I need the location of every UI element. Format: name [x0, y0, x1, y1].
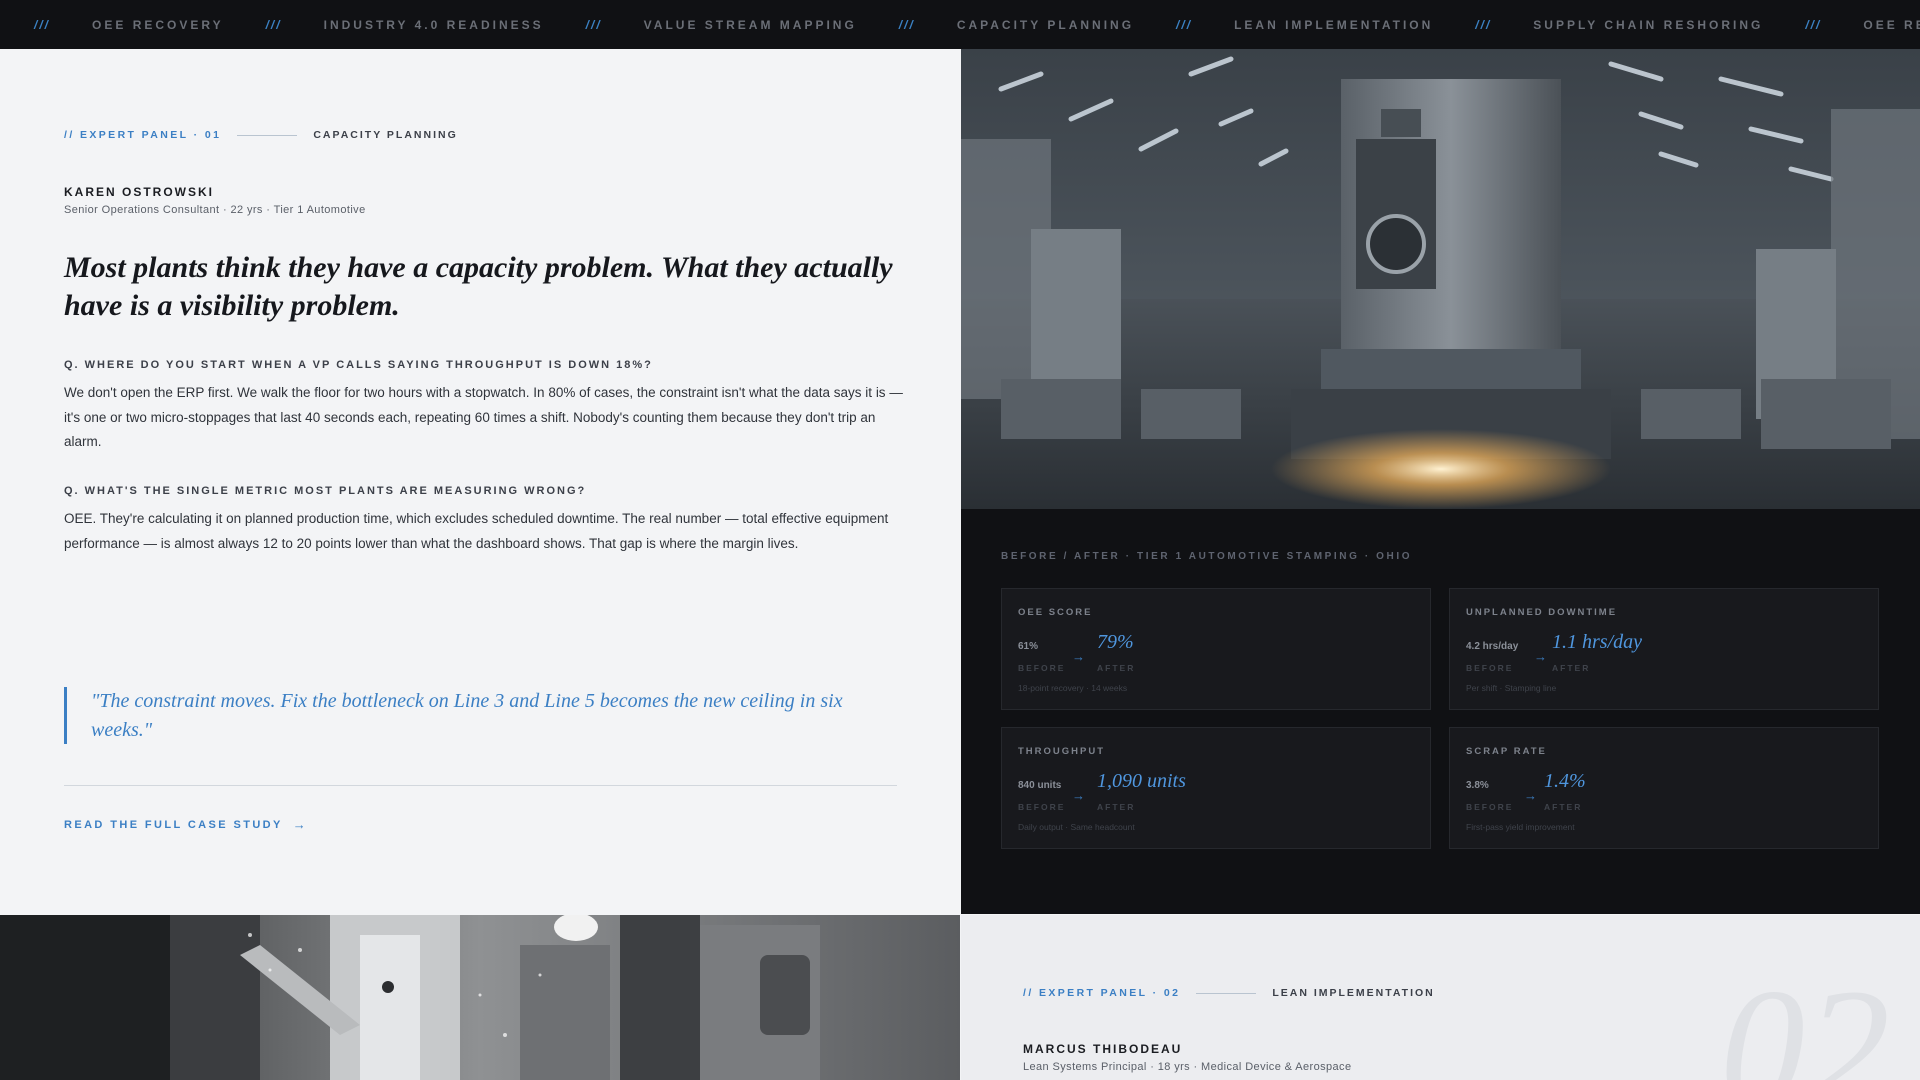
- metric-before-label: BEFORE: [1466, 802, 1514, 812]
- metric-before-label: BEFORE: [1466, 663, 1514, 673]
- metric-after-label: AFTER: [1544, 802, 1583, 812]
- expert-name: MARCUS THIBODEAU: [1023, 1042, 1183, 1056]
- ticker-item[interactable]: SUPPLY CHAIN RESHORING: [1533, 18, 1763, 32]
- ticker-separator: ///: [898, 17, 915, 32]
- metric-note: 18-point recovery · 14 weeks: [1018, 683, 1128, 693]
- ticker-separator: ///: [585, 17, 602, 32]
- arrow-right-icon: →: [1524, 788, 1537, 803]
- panel-code: // EXPERT PANEL · 02: [1023, 987, 1181, 999]
- metric-title: SCRAP RATE: [1466, 746, 1547, 757]
- ticker-separator: ///: [1475, 17, 1492, 32]
- metric-after-label: AFTER: [1097, 802, 1136, 812]
- expert-panel-02: 02 // EXPERT PANEL · 02 LEAN IMPLEMENTAT…: [961, 915, 1920, 1080]
- metric-after-value: 79%: [1097, 631, 1134, 653]
- expert-role: Lean Systems Principal · 18 yrs · Medica…: [1023, 1061, 1352, 1073]
- question-1: Q. WHERE DO YOU START WHEN A VP CALLS SA…: [64, 359, 653, 371]
- arrow-right-icon: →: [1072, 788, 1085, 803]
- before-after-metrics: BEFORE / AFTER · TIER 1 AUTOMOTIVE STAMP…: [961, 509, 1920, 914]
- expert-panel-01: // EXPERT PANEL · 01 CAPACITY PLANNING K…: [0, 49, 960, 915]
- question-2: Q. WHAT'S THE SINGLE METRIC MOST PLANTS …: [64, 485, 587, 497]
- label-divider: [1196, 992, 1257, 994]
- metric-before-value: 840 units: [1018, 780, 1062, 791]
- arrow-right-icon: →: [1534, 649, 1547, 664]
- cta-label: READ THE FULL CASE STUDY: [64, 818, 283, 831]
- metric-after-label: AFTER: [1552, 663, 1591, 673]
- ticker-separator: ///: [34, 17, 51, 32]
- topic-ticker: /// OEE RECOVERY /// INDUSTRY 4.0 READIN…: [0, 0, 1920, 49]
- metrics-caption: BEFORE / AFTER · TIER 1 AUTOMOTIVE STAMP…: [1001, 551, 1413, 562]
- headline: Most plants think they have a capacity p…: [64, 251, 893, 322]
- metric-before-value: 61%: [1018, 641, 1039, 652]
- arrow-right-icon: →: [1072, 649, 1085, 664]
- answer-2: OEE. They're calculating it on planned p…: [64, 511, 889, 551]
- panel-topic: LEAN IMPLEMENTATION: [1272, 987, 1435, 999]
- ticker-separator: ///: [1176, 17, 1193, 32]
- metric-after-value: 1.1 hrs/day: [1552, 631, 1642, 653]
- cnc-machine-illustration: [0, 915, 960, 1080]
- metric-card-downtime: UNPLANNED DOWNTIME 4.2 hrs/day BEFORE → …: [1449, 588, 1879, 710]
- metric-card-scrap: SCRAP RATE 3.8% BEFORE → 1.4% AFTER Firs…: [1449, 727, 1879, 849]
- expert-name: KAREN OSTROWSKI: [64, 185, 214, 199]
- ticker-separator: ///: [265, 17, 282, 32]
- factory-floor-image: [961, 49, 1920, 509]
- metric-note: First-pass yield improvement: [1466, 822, 1575, 832]
- ticker-item[interactable]: INDUSTRY 4.0 READINESS: [324, 18, 544, 32]
- metric-before-label: BEFORE: [1018, 802, 1066, 812]
- ticker-item[interactable]: VALUE STREAM MAPPING: [644, 18, 857, 32]
- metric-card-oee: OEE SCORE 61% BEFORE → 79% AFTER 18-poin…: [1001, 588, 1431, 710]
- metric-card-throughput: THROUGHPUT 840 units BEFORE → 1,090 unit…: [1001, 727, 1431, 849]
- answer-1: We don't open the ERP first. We walk the…: [64, 385, 903, 449]
- panel-label: // EXPERT PANEL · 01 CAPACITY PLANNING: [64, 129, 458, 141]
- section-divider: [64, 785, 897, 786]
- panel-label: // EXPERT PANEL · 02 LEAN IMPLEMENTATION: [1023, 987, 1435, 999]
- metric-after-value: 1.4%: [1544, 770, 1586, 792]
- metric-title: UNPLANNED DOWNTIME: [1466, 607, 1618, 618]
- pull-quote: "The constraint moves. Fix the bottlenec…: [64, 687, 899, 744]
- ticker-separator: ///: [1805, 17, 1822, 32]
- read-case-study-link[interactable]: READ THE FULL CASE STUDY →: [64, 817, 306, 832]
- metric-before-label: BEFORE: [1018, 663, 1066, 673]
- ticker-item[interactable]: CAPACITY PLANNING: [957, 18, 1134, 32]
- arrow-right-icon: →: [292, 817, 306, 832]
- metric-title: OEE SCORE: [1018, 607, 1093, 618]
- metric-after-value: 1,090 units: [1097, 770, 1186, 792]
- panel-code: // EXPERT PANEL · 01: [64, 129, 222, 141]
- ticker-item[interactable]: OEE RECOVERY: [92, 18, 224, 32]
- panel-topic: CAPACITY PLANNING: [313, 129, 458, 141]
- metric-before-value: 3.8%: [1466, 780, 1489, 791]
- metric-before-value: 4.2 hrs/day: [1466, 641, 1519, 652]
- metric-after-label: AFTER: [1097, 663, 1136, 673]
- panel-number: 02: [1720, 954, 1890, 1080]
- ticker-item[interactable]: OEE RECOVERY: [1863, 18, 1920, 32]
- label-divider: [237, 134, 298, 136]
- expert-role: Senior Operations Consultant · 22 yrs · …: [64, 204, 366, 216]
- cnc-machine-image: [0, 915, 960, 1080]
- metric-note: Daily output · Same headcount: [1018, 822, 1135, 832]
- ticker-item[interactable]: LEAN IMPLEMENTATION: [1234, 18, 1433, 32]
- stamping-press-illustration: [961, 49, 1920, 509]
- metric-title: THROUGHPUT: [1018, 746, 1106, 757]
- metric-note: Per shift · Stamping line: [1466, 683, 1557, 693]
